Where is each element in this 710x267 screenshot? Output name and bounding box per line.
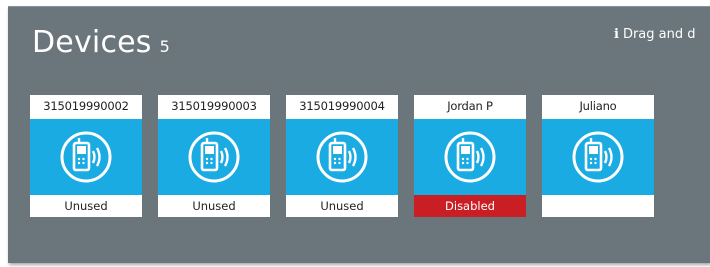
info-icon: i (614, 27, 619, 42)
device-id: Juliano (579, 99, 617, 113)
device-icon-area (30, 119, 142, 195)
drag-hint-text: Drag and d (622, 27, 696, 42)
mobile-phone-signal-icon (188, 131, 240, 183)
device-status: Unused (158, 195, 270, 217)
page-title: Devices 5 (32, 25, 170, 60)
device-status: Unused (286, 195, 398, 217)
drag-hint: i Drag and d (614, 27, 696, 42)
title-text: Devices (32, 25, 152, 60)
device-id: 315019990003 (171, 99, 257, 113)
device-card[interactable]: 315019990003 Unused (158, 95, 270, 217)
mobile-phone-signal-icon (316, 131, 368, 183)
device-id: Jordan P (447, 99, 493, 113)
device-card[interactable]: 315019990002 Unused (30, 95, 142, 217)
device-id: 315019990002 (43, 99, 129, 113)
device-card[interactable]: 315019990004 Unused (286, 95, 398, 217)
device-icon-area (158, 119, 270, 195)
device-card[interactable]: Juliano (542, 95, 654, 217)
device-status (542, 195, 654, 217)
device-card[interactable]: Jordan P Disabled (414, 95, 526, 217)
device-icon-area (414, 119, 526, 195)
device-count: 5 (159, 37, 171, 56)
mobile-phone-signal-icon (60, 131, 112, 183)
device-status: Unused (30, 195, 142, 217)
mobile-phone-signal-icon (572, 131, 624, 183)
devices-panel: Devices 5 i Drag and d 315019990002 Unused (8, 6, 710, 263)
device-icon-area (286, 119, 398, 195)
mobile-phone-signal-icon (444, 131, 496, 183)
device-status-disabled: Disabled (414, 195, 526, 217)
device-icon-area (542, 119, 654, 195)
device-id: 315019990004 (299, 99, 385, 113)
